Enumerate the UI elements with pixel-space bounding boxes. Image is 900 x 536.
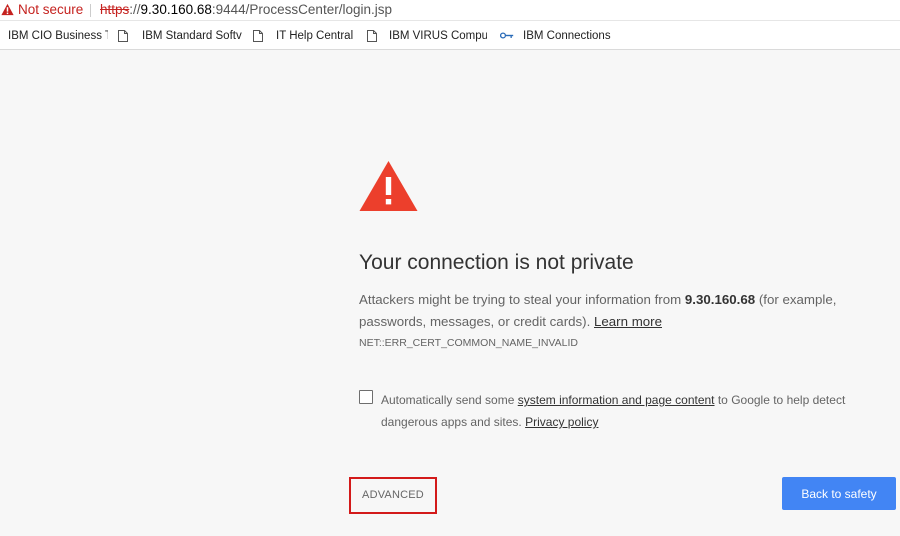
- bookmark-ibm-standard-software[interactable]: IBM Standard Softv: [118, 21, 242, 49]
- page-heading: Your connection is not private: [359, 251, 634, 274]
- bookmark-label: IBM VIRUS Compu: [389, 30, 487, 42]
- page-icon: [367, 30, 377, 42]
- url-host: 9.30.160.68: [140, 2, 212, 17]
- page-icon: [253, 30, 263, 42]
- message-text-before: Attackers might be trying to steal your …: [359, 292, 685, 307]
- page-icon: [118, 30, 128, 42]
- url-text[interactable]: https://9.30.160.68:9444/ProcessCenter/l…: [100, 0, 392, 20]
- error-code[interactable]: NET::ERR_CERT_COMMON_NAME_INVALID: [359, 336, 578, 350]
- bookmark-label: IBM CIO Business T: [8, 30, 108, 42]
- security-status-label[interactable]: Not secure: [18, 0, 83, 20]
- bookmarks-bar: IBM CIO Business T IBM Standard Softv IT…: [0, 21, 900, 50]
- bookmark-ibm-virus-compu[interactable]: IBM VIRUS Compu: [367, 21, 487, 49]
- url-path: :9444/ProcessCenter/login.jsp: [211, 2, 392, 17]
- host-name: 9.30.160.68: [684, 292, 756, 307]
- bookmark-ibm-cio-business[interactable]: IBM CIO Business T: [8, 21, 108, 49]
- back-to-safety-button[interactable]: Back to safety: [782, 477, 896, 510]
- system-info-link[interactable]: system information and page content: [518, 393, 715, 407]
- bookmark-it-help-central[interactable]: IT Help Central: [253, 21, 358, 49]
- address-divider: [90, 4, 91, 17]
- send-info-checkbox[interactable]: [359, 390, 373, 404]
- advanced-button[interactable]: ADVANCED: [349, 477, 437, 514]
- bookmark-ibm-connections[interactable]: IBM Connections: [500, 21, 615, 49]
- bookmark-label: IT Help Central: [276, 30, 354, 42]
- bookmark-label: IBM Connections: [523, 30, 611, 42]
- optin-message: Automatically send some system informati…: [381, 389, 851, 433]
- url-separator: ://: [129, 2, 141, 17]
- optin-text-before: Automatically send some: [381, 393, 518, 407]
- key-icon: [500, 32, 514, 39]
- warning-triangle-icon[interactable]: [1, 3, 14, 16]
- privacy-policy-link[interactable]: Privacy policy: [525, 415, 598, 429]
- error-warning-icon: [359, 161, 418, 211]
- bookmark-label: IBM Standard Softv: [142, 30, 242, 42]
- address-bar[interactable]: Not secure https://9.30.160.68:9444/Proc…: [0, 0, 900, 21]
- url-scheme: https: [100, 2, 130, 17]
- learn-more-link[interactable]: Learn more: [594, 314, 662, 329]
- main-message: Attackers might be trying to steal your …: [359, 289, 869, 333]
